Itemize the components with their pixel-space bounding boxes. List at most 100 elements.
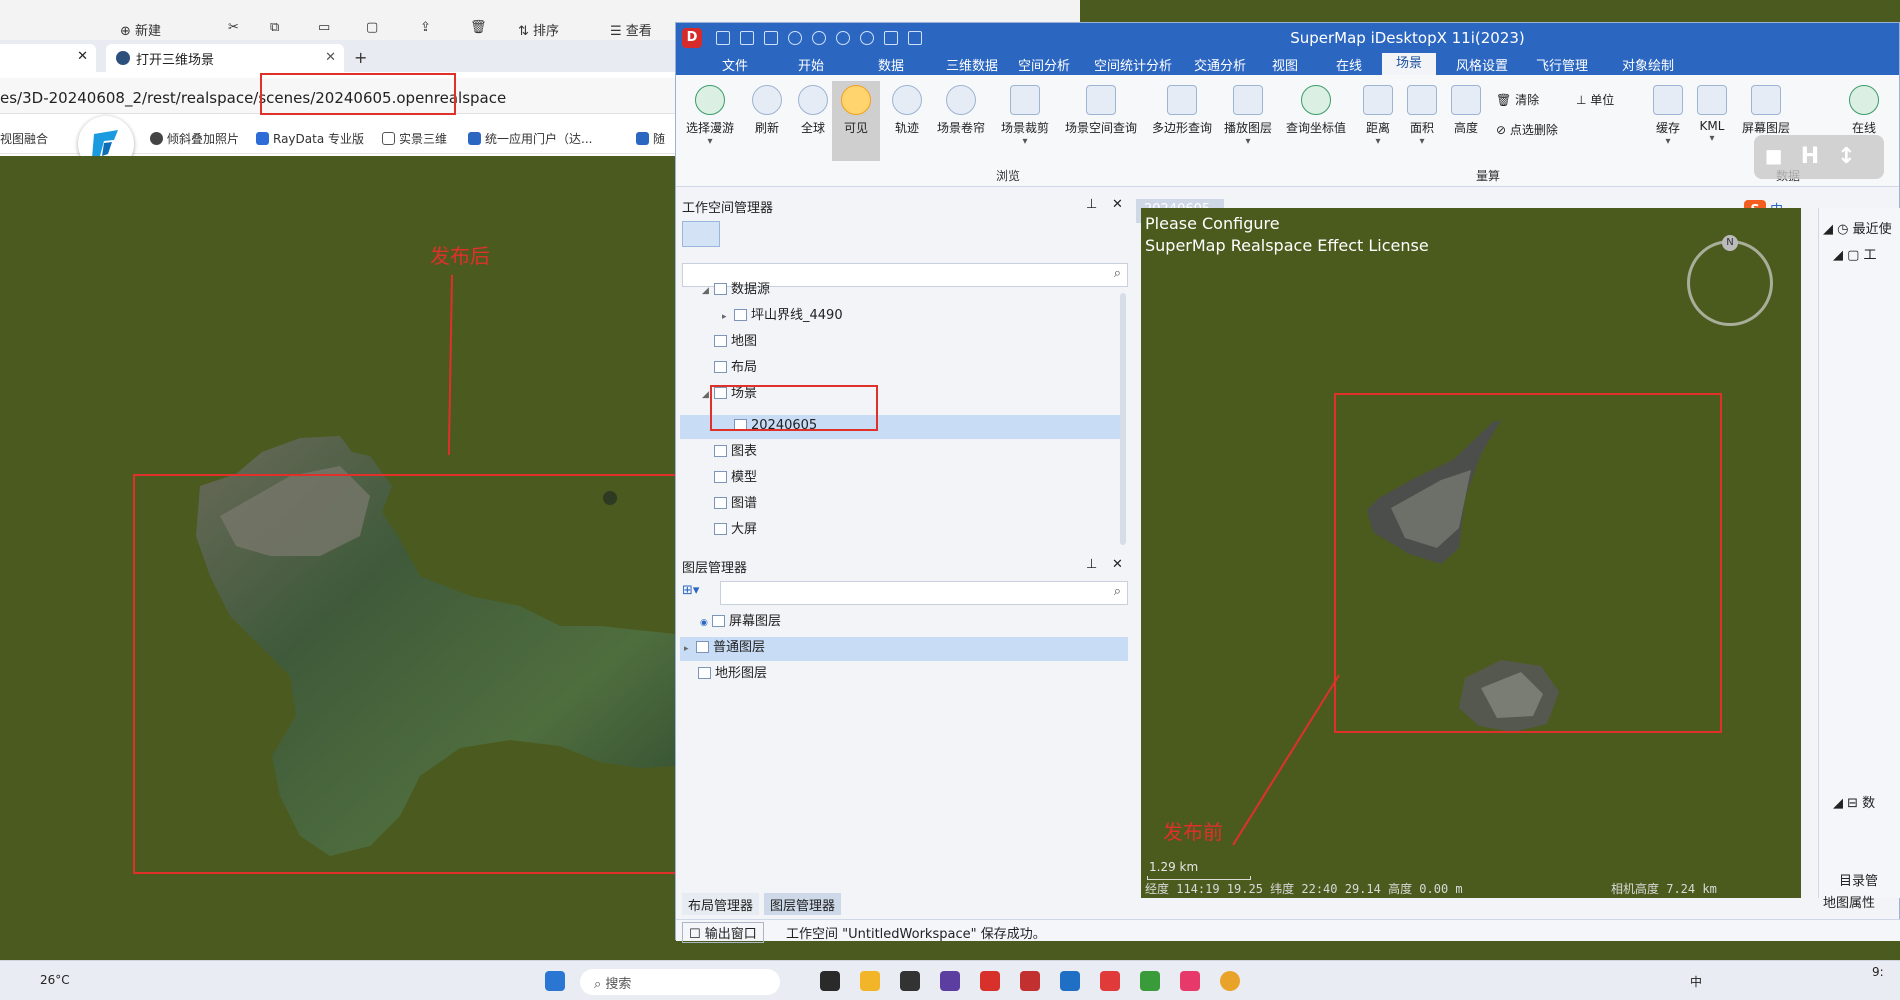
clock-time[interactable]: 9:	[1872, 965, 1884, 979]
tree-item-maps[interactable]: 地图	[714, 331, 757, 353]
query-coordinate-button[interactable]: 查询坐标值	[1280, 81, 1352, 136]
menu-data[interactable]: 数据	[878, 55, 904, 74]
clear-button[interactable]: 🗑 清除	[1496, 91, 1539, 108]
rename-icon[interactable]: ▢	[366, 20, 378, 35]
taskbar-search-input[interactable]: ⌕ 搜索	[580, 969, 780, 995]
tab-layer-manager[interactable]: 图层管理器	[764, 893, 842, 915]
unit-button[interactable]: ⊥ 单位	[1576, 91, 1614, 108]
scene-spatial-query-button[interactable]: 场景空间查询	[1058, 81, 1144, 136]
tab-layout-manager[interactable]: 布局管理器	[682, 893, 760, 915]
menu-online[interactable]: 在线	[1336, 55, 1362, 74]
menu-3d-data[interactable]: 三维数据	[946, 55, 998, 74]
cmd-icon[interactable]	[900, 971, 920, 991]
refresh-button[interactable]: 刷新	[742, 81, 792, 136]
close-tab-icon[interactable]: ✕	[325, 50, 336, 65]
track-button[interactable]: 轨迹	[882, 81, 932, 136]
layer-item-normal[interactable]: ▸ 普通图层	[684, 637, 765, 659]
cache-button[interactable]: 缓存 ▾	[1646, 81, 1690, 147]
bookmark-item[interactable]: 实景三维	[382, 130, 447, 147]
menu-start[interactable]: 开始	[798, 55, 824, 74]
output-window-button[interactable]: ☐ 输出窗口	[682, 922, 764, 943]
scene-clip-button[interactable]: 场景裁剪 ▾	[994, 81, 1056, 147]
tree-item-layouts[interactable]: 布局	[714, 357, 757, 379]
browser-tab-active[interactable]: 打开三维场景 ✕	[106, 44, 344, 72]
floating-ime-toolbar[interactable]: ◼H↕	[1754, 135, 1884, 179]
chrome-icon[interactable]	[1220, 971, 1240, 991]
cut-icon[interactable]: ✂	[228, 20, 239, 35]
layer-item-screen[interactable]: ◉ 屏幕图层	[700, 611, 781, 633]
area-button[interactable]: 面积 ▾	[1400, 81, 1444, 147]
online-button[interactable]: 在线	[1836, 81, 1892, 136]
screen-layer-button[interactable]: 屏幕图层	[1736, 81, 1796, 136]
menu-flight-management[interactable]: 飞行管理	[1536, 55, 1588, 74]
menu-view[interactable]: 视图	[1272, 55, 1298, 74]
data-item[interactable]: ◢ ⊟ 数	[1833, 792, 1875, 811]
menu-traffic-analysis[interactable]: 交通分析	[1194, 55, 1246, 74]
eye-icon[interactable]: ◉	[700, 612, 712, 634]
menu-style-settings[interactable]: 风格设置	[1456, 55, 1508, 74]
add-layer-icon[interactable]: ⊞▾	[682, 583, 699, 598]
file-explorer-icon[interactable]	[860, 971, 880, 991]
point-delete-button[interactable]: ⊘ 点选删除	[1496, 121, 1558, 138]
polygon-query-button[interactable]: 多边形查询	[1146, 81, 1218, 136]
catalog-manager-tab[interactable]: 目录管	[1839, 870, 1878, 889]
map-properties-tab[interactable]: 地图属性	[1823, 892, 1875, 911]
workspace-alt-view-button[interactable]	[724, 221, 762, 247]
visible-button[interactable]: 可见	[832, 81, 880, 161]
menu-object-drawing[interactable]: 对象绘制	[1622, 55, 1674, 74]
bookmark-item[interactable]: 视图融合	[0, 130, 48, 147]
bookmark-item[interactable]: RayData 专业版	[256, 130, 364, 147]
play-layer-button[interactable]: 播放图层 ▾	[1218, 81, 1278, 147]
menu-scene[interactable]: 场景	[1382, 53, 1437, 75]
app-icon[interactable]	[1140, 971, 1160, 991]
tree-item-models[interactable]: 模型	[714, 467, 757, 489]
app-icon[interactable]	[1180, 971, 1200, 991]
supermap-taskbar-icon[interactable]	[1020, 971, 1040, 991]
app-grid-icon[interactable]	[940, 971, 960, 991]
tree-item-dataset[interactable]: ▸ 坪山界线_4490	[722, 305, 843, 327]
layer-search-input[interactable]: ⌕	[720, 581, 1128, 605]
new-button[interactable]: ⊕ 新建	[120, 20, 161, 39]
workspace-view-button[interactable]	[682, 221, 720, 247]
input-language-indicator[interactable]: 中	[1690, 973, 1702, 990]
notepad-icon[interactable]	[1060, 971, 1080, 991]
paste-icon[interactable]: ▭	[318, 20, 330, 35]
globe-button[interactable]: 全球	[788, 81, 838, 136]
kml-button[interactable]: KML ▾	[1690, 81, 1734, 144]
height-button[interactable]: 高度	[1444, 81, 1488, 136]
tree-item-datasources[interactable]: ◢ 数据源	[702, 279, 770, 301]
scene-viewport-unpublished[interactable]: Please Configure SuperMap Realspace Effe…	[1141, 208, 1801, 898]
select-roam-button[interactable]: 选择漫游 ▾	[680, 81, 740, 147]
tree-item-graphs[interactable]: 图谱	[714, 493, 757, 515]
windows-start-icon[interactable]	[545, 971, 565, 991]
pin-icon[interactable]: ⊥	[1086, 197, 1097, 219]
workspace-scrollbar[interactable]	[1120, 293, 1126, 545]
bookmark-item[interactable]: 倾斜叠加照片	[150, 130, 239, 147]
close-pane-icon[interactable]: ✕	[1112, 197, 1123, 219]
delete-icon[interactable]: 🗑	[470, 20, 487, 35]
sort-button[interactable]: ⇅ 排序	[518, 20, 559, 39]
view-button[interactable]: ☰ 查看	[610, 20, 652, 39]
bookmark-item[interactable]: 随	[636, 130, 665, 147]
close-pane-icon[interactable]: ✕	[1112, 557, 1123, 579]
weather-temperature[interactable]: 26°C	[40, 973, 70, 987]
menu-spatial-statistics[interactable]: 空间统计分析	[1094, 55, 1172, 74]
close-tab-icon[interactable]: ✕	[77, 49, 88, 64]
share-icon[interactable]: ⇪	[420, 20, 431, 35]
recent-item[interactable]: ◢ ◷ 最近使	[1823, 218, 1892, 237]
layer-item-terrain[interactable]: 地形图层	[698, 663, 767, 685]
distance-button[interactable]: 距离 ▾	[1356, 81, 1400, 147]
pin-icon[interactable]: ⊥	[1086, 557, 1097, 579]
app-icon[interactable]	[1100, 971, 1120, 991]
previous-tab[interactable]: ✕	[0, 44, 96, 72]
tree-item-dashboards[interactable]: 大屏	[714, 519, 757, 541]
new-tab-button[interactable]: +	[354, 48, 367, 67]
work-item[interactable]: ◢ ▢ 工	[1833, 244, 1877, 263]
wps-icon[interactable]	[980, 971, 1000, 991]
tree-item-charts[interactable]: 图表	[714, 441, 757, 463]
scene-swipe-button[interactable]: 场景卷帘	[930, 81, 992, 136]
menu-spatial-analysis[interactable]: 空间分析	[1018, 55, 1070, 74]
copy-icon[interactable]: ⧉	[270, 20, 279, 35]
bookmark-item[interactable]: 统一应用门户（达...	[468, 130, 592, 147]
menu-file[interactable]: 文件	[722, 55, 748, 74]
